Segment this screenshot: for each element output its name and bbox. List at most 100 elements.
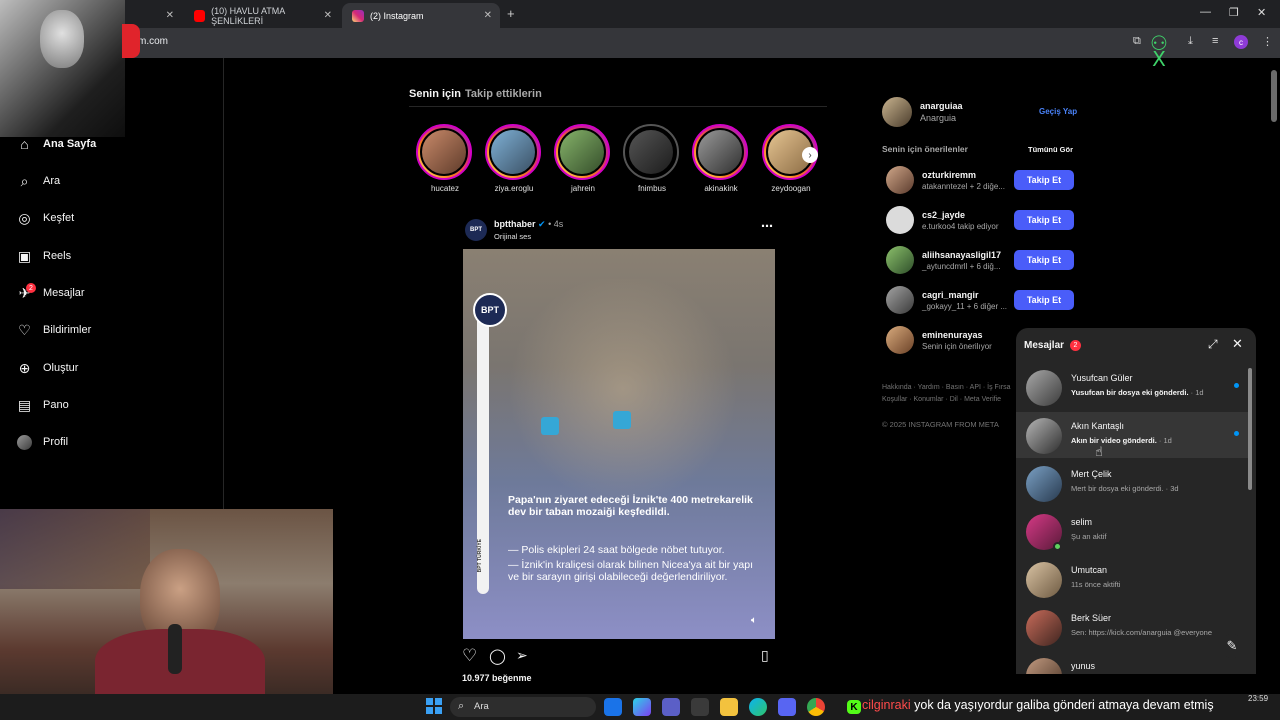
discord-icon[interactable] (778, 698, 796, 716)
conversation-name: Yusufcan Güler (1071, 373, 1133, 383)
taskbar-app-icon[interactable] (604, 698, 622, 716)
expand-icon[interactable]: ⤢ (1208, 337, 1218, 352)
sidebar-item-explore[interactable]: ◎ Keşfet (16, 207, 74, 229)
more-options-icon[interactable]: ⋯ (761, 219, 773, 233)
post-audio[interactable]: Orijinal ses (494, 232, 531, 241)
suggestion-avatar[interactable] (886, 286, 914, 314)
see-all-link[interactable]: Tümünü Gör (1028, 145, 1073, 154)
conversation-avatar (1026, 418, 1062, 454)
conversation-item[interactable]: yunus (1016, 652, 1248, 674)
follow-button[interactable]: Takip Et (1014, 210, 1074, 230)
footer-links[interactable]: Hakkında · Yardım · Basın · API · İş Fır… (882, 384, 1011, 391)
my-avatar[interactable] (882, 97, 912, 127)
stories-next-icon[interactable]: › (802, 147, 818, 163)
post-avatar[interactable]: BPT (465, 219, 487, 241)
suggestion-username[interactable]: cs2_jayde (922, 210, 965, 220)
teams-icon[interactable] (662, 698, 680, 716)
story-item[interactable]: akinakink (692, 124, 750, 193)
webcam-portrait-overlay (0, 0, 140, 137)
story-item[interactable]: ziya.eroglu (485, 124, 543, 193)
close-window-icon[interactable]: ✕ (1257, 6, 1266, 19)
close-icon[interactable]: ✕ (1232, 336, 1243, 352)
conversation-item[interactable]: Mert Çelik Mert bir dosya eki gönderdi. … (1016, 460, 1248, 506)
tab-following[interactable]: Takip ettiklerin (465, 88, 542, 100)
sidebar-item-notifications[interactable]: ♡ Bildirimler (16, 319, 91, 341)
story-item[interactable]: fnimbus (623, 124, 681, 193)
file-explorer-icon[interactable] (720, 698, 738, 716)
messages-scrollbar[interactable] (1248, 368, 1252, 490)
conversation-item[interactable]: Yusufcan Güler Yusufcan bir dosya eki gö… (1016, 364, 1248, 410)
taskbar-clock[interactable]: 23:59 (1248, 694, 1268, 703)
copilot-icon[interactable] (633, 698, 651, 716)
like-icon[interactable]: ♡ (462, 646, 477, 666)
webcam-background-poster (0, 509, 150, 589)
address-bar[interactable] (0, 28, 1280, 58)
share-icon[interactable]: ➢ (516, 647, 528, 664)
footer-links[interactable]: Koşullar · Konumlar · Dil · Meta Verifie (882, 396, 1001, 403)
follow-button[interactable]: Takip Et (1014, 170, 1074, 190)
edge-icon[interactable] (749, 698, 767, 716)
sidebar-item-dashboard[interactable]: ▤ Pano (16, 394, 69, 416)
sidebar-item-create[interactable]: ⊕ Oluştur (16, 357, 79, 379)
browser-tab-3[interactable]: (2) Instagram ✕ (342, 3, 500, 28)
page-scrollbar[interactable] (1271, 70, 1277, 122)
sidebar-item-reels[interactable]: ▣ Reels (16, 245, 71, 267)
sound-icon[interactable]: 🔈︎ (751, 615, 757, 626)
sidebar-item-label: Reels (43, 250, 72, 262)
new-tab-icon[interactable]: + (507, 6, 515, 21)
minimize-icon[interactable]: — (1200, 6, 1211, 18)
conversation-item[interactable]: Akın Kantaşlı Akın bir video gönderdi. ·… (1016, 412, 1248, 458)
windows-start-icon[interactable] (426, 698, 442, 714)
suggestion-username[interactable]: aliihsanayasligil17 (922, 250, 1001, 260)
maximize-icon[interactable]: ❐ (1229, 6, 1239, 19)
follow-button[interactable]: Takip Et (1014, 250, 1074, 270)
tab-for-you[interactable]: Senin için (409, 88, 461, 100)
suggestion-username[interactable]: eminenurayas (922, 330, 983, 340)
url-text[interactable]: m.com (138, 36, 168, 47)
follow-button[interactable]: Takip Et (1014, 290, 1074, 310)
suggestion-avatar[interactable] (886, 206, 914, 234)
story-item[interactable]: hucatez (416, 124, 474, 193)
suggestion-avatar[interactable] (886, 326, 914, 354)
browser-tab-2[interactable]: (10) HAVLU ATMA ŞENLİKLERİ ✕ (184, 3, 340, 28)
profile-avatar[interactable]: c (1234, 35, 1248, 49)
download-icon[interactable]: ⤓ (1188, 35, 1193, 48)
conversation-preview: 11s önce aktifti (1071, 580, 1121, 589)
bookmark-icon[interactable]: ▯ (761, 647, 769, 664)
sidebar-item-label: Oluştur (43, 362, 79, 374)
close-tab-icon[interactable]: ✕ (484, 10, 492, 21)
close-tab-icon[interactable]: ✕ (166, 10, 174, 21)
suggestion-avatar[interactable] (886, 246, 914, 274)
post-video[interactable]: BPT BPT TÜRKİYE Papa'nın ziyaret edeceği… (463, 249, 775, 639)
store-icon[interactable] (691, 698, 709, 716)
taskbar-search[interactable]: ⌕ Ara (450, 697, 596, 717)
new-message-icon[interactable]: ✎ (1220, 634, 1244, 658)
video-frame (503, 279, 743, 499)
conversation-item[interactable]: selim Şu an aktif (1016, 508, 1248, 554)
sidebar-item-search[interactable]: ⌕ Ara (16, 170, 61, 192)
chrome-icon[interactable] (807, 698, 825, 716)
search-icon: ⌕ (458, 700, 465, 712)
microphone-icon (168, 624, 182, 674)
comment-icon[interactable]: ◯ (489, 647, 506, 665)
close-tab-icon[interactable]: ✕ (324, 10, 332, 21)
extension-robot-icon[interactable]: ⚇ Ⅹ (1148, 34, 1170, 70)
my-username[interactable]: anarguiaa (920, 101, 963, 111)
suggestion-avatar[interactable] (886, 166, 914, 194)
conversation-preview: Akın bir video gönderdi. · 1d (1071, 436, 1172, 445)
media-control-icon[interactable]: ≡ (1212, 35, 1218, 47)
copyright: © 2025 INSTAGRAM FROM META (882, 420, 999, 429)
post-username[interactable]: bptthaber (494, 219, 536, 229)
suggestion-username[interactable]: ozturkiremm (922, 170, 976, 180)
conversation-item[interactable]: Berk Süer Sen: https://kick.com/anarguia… (1016, 604, 1248, 650)
story-item[interactable]: jahrein (554, 124, 612, 193)
menu-kebab-icon[interactable]: ⋮ (1262, 35, 1273, 48)
messages-panel-title[interactable]: Mesajlar (1024, 340, 1064, 351)
suggestion-username[interactable]: cagri_mangir (922, 290, 979, 300)
switch-account-link[interactable]: Geçiş Yap (1039, 107, 1077, 116)
taskbar-search-label: Ara (474, 701, 489, 712)
like-count[interactable]: 10.977 beğenme (462, 673, 532, 683)
sidebar-item-profile[interactable]: Profil (16, 431, 68, 453)
cast-icon[interactable]: ⧉ (1133, 35, 1141, 48)
conversation-item[interactable]: Umutcan 11s önce aktifti (1016, 556, 1248, 602)
